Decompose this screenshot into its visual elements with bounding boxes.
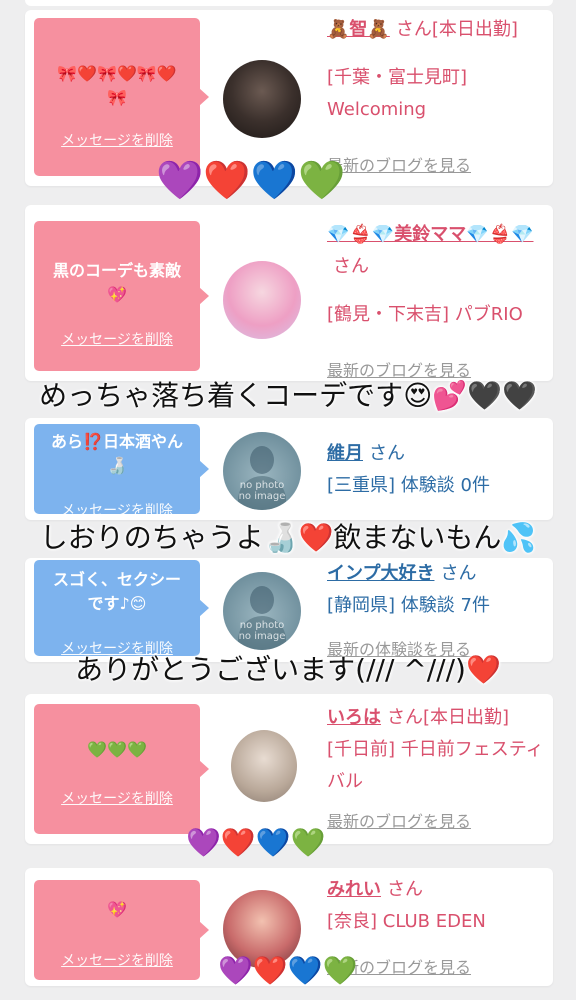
message-text: 💚💚💚 — [87, 740, 147, 759]
overlay-comment-1: めっちゃ落ち着くコーデです😍💕🖤🖤 — [39, 379, 537, 412]
message-bubble: 黒のコーデも素敵 💖 メッセージを削除 — [34, 221, 209, 371]
no-photo-label: no photo no image — [238, 480, 286, 502]
message-bubble: あら⁉️日本酒やん 🍶 メッセージを削除 — [34, 424, 209, 519]
message-text: 🎀❤️🎀❤️🎀❤️ 🎀 — [57, 64, 177, 107]
message-card: 黒のコーデも素敵 💖 メッセージを削除 💎👙💎美鈴ママ💎👙💎 さん [鶴見・下末吉… — [25, 205, 553, 381]
honorific: さん — [387, 879, 423, 900]
blog-link[interactable]: 最新のブログを見る — [327, 808, 471, 832]
profile-info: 💎👙💎美鈴ママ💎👙💎 さん [鶴見・下末吉] パブRIO — [327, 219, 547, 331]
hearts-sticker: 💜❤️💙💚 — [186, 826, 326, 859]
profile-name-link[interactable]: いろは — [327, 707, 381, 728]
delete-message-link[interactable]: メッセージを削除 — [34, 788, 200, 808]
message-text: 💖 — [107, 900, 127, 919]
location-shop: [千葉・富士見町] Welcoming — [327, 67, 468, 120]
profile-info: いろは さん[本日出勤] [千日前] 千日前フェスティバル — [327, 702, 547, 798]
location-reviews: [静岡県] 体験談 7件 — [327, 595, 490, 616]
placeholder-head — [250, 446, 274, 474]
message-bubble: 💚💚💚 メッセージを削除 — [34, 704, 209, 834]
honorific-status: さん[本日出勤] — [395, 19, 518, 40]
avatar[interactable] — [223, 60, 301, 138]
honorific-status: さん — [333, 256, 369, 277]
message-text: 黒のコーデも素敵 💖 — [52, 261, 181, 304]
message-card: 💚💚💚 メッセージを削除 いろは さん[本日出勤] [千日前] 千日前フェスティバ… — [25, 694, 553, 844]
profile-name-link[interactable]: 💎👙💎美鈴ママ💎👙💎 — [327, 224, 533, 245]
hearts-sticker: 💜❤️💙💚 — [156, 158, 346, 202]
message-bubble: スゴく、セクシー です♪😊 メッセージを削除 — [34, 560, 209, 657]
delete-message-link[interactable]: メッセージを削除 — [34, 950, 200, 970]
profile-info: 🧸智🧸 さん[本日出勤] [千葉・富士見町] Welcoming — [327, 14, 547, 126]
avatar[interactable] — [223, 261, 301, 339]
hearts-sticker: 💜❤️💙💚 — [218, 954, 358, 987]
message-bubble: 🎀❤️🎀❤️🎀❤️ 🎀 メッセージを削除 — [34, 18, 209, 176]
location-reviews: [三重県] 体験談 0件 — [327, 475, 490, 496]
avatar[interactable] — [231, 730, 297, 802]
message-text: スゴく、セクシー です♪😊 — [52, 570, 181, 613]
overlay-comment-2: しおりのちゃうよ🍶❤️飲まないもん💦 — [39, 521, 537, 554]
blog-link[interactable]: 最新のブログを見る — [327, 152, 471, 176]
overlay-comment-3: ありがとうございます(/// ^///)❤️ — [75, 653, 501, 686]
profile-name-link[interactable]: 維月 — [327, 443, 363, 464]
previous-card-edge — [25, 0, 553, 6]
delete-message-link[interactable]: メッセージを削除 — [34, 329, 200, 349]
profile-info: みれい さん [奈良] CLUB EDEN — [327, 874, 547, 938]
profile-info: インプ大好き さん [静岡県] 体験談 7件 — [327, 558, 547, 622]
location-shop: [奈良] CLUB EDEN — [327, 911, 486, 932]
profile-name-link[interactable]: インプ大好き — [327, 563, 434, 584]
honorific: さん — [369, 443, 405, 464]
avatar[interactable]: no photo no image — [223, 432, 301, 510]
message-text: あら⁉️日本酒やん 🍶 — [51, 432, 183, 475]
location-shop: [千日前] 千日前フェスティバル — [327, 739, 544, 792]
no-photo-label: no photo no image — [238, 620, 286, 642]
delete-message-link[interactable]: メッセージを削除 — [34, 130, 200, 150]
profile-info: 維月 さん [三重県] 体験談 0件 — [327, 438, 547, 502]
message-bubble: 💖 メッセージを削除 — [34, 880, 209, 980]
profile-name-link[interactable]: みれい — [327, 879, 381, 900]
honorific: さん — [440, 563, 477, 584]
avatar[interactable]: no photo no image — [223, 572, 301, 650]
message-card: スゴく、セクシー です♪😊 メッセージを削除 no photo no image… — [25, 558, 553, 662]
honorific-status: さん[本日出勤] — [387, 707, 510, 728]
profile-name-link[interactable]: 🧸智🧸 — [327, 19, 390, 40]
location-shop: [鶴見・下末吉] パブRIO — [327, 304, 523, 325]
message-card: あら⁉️日本酒やん 🍶 メッセージを削除 no photo no image 維… — [25, 418, 553, 520]
placeholder-head — [250, 586, 274, 614]
